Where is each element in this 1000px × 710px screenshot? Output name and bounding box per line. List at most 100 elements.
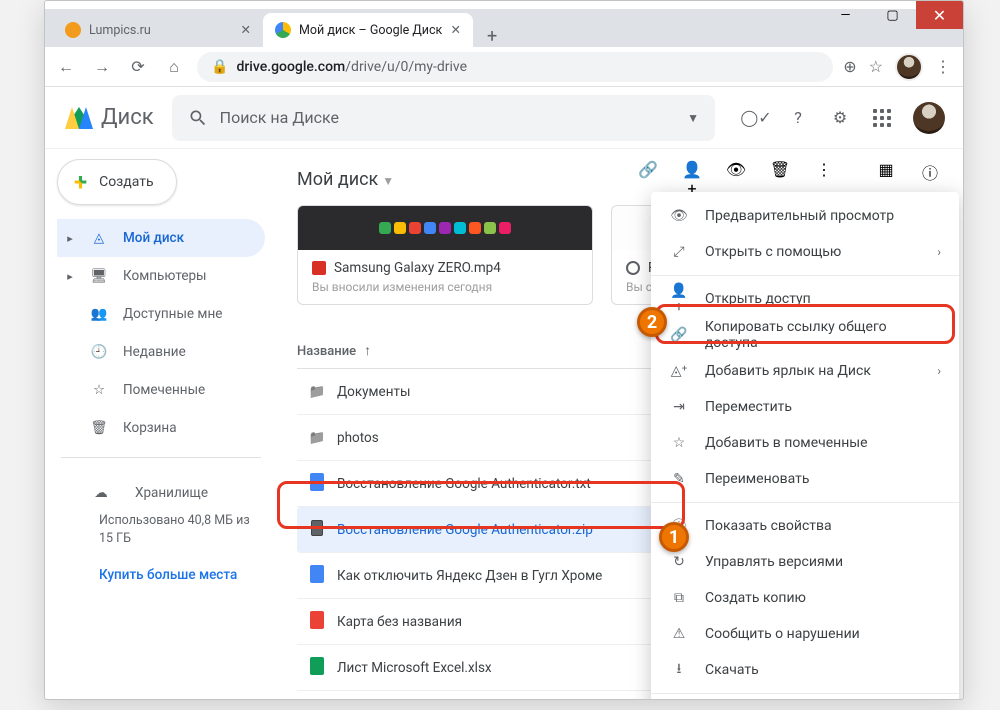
create-button[interactable]: + Создать — [57, 159, 177, 205]
menu-item-openwith[interactable]: ⤢Открыть с помощью› — [651, 234, 959, 270]
shared-icon: 👥 — [89, 306, 109, 322]
profile-avatar[interactable] — [895, 53, 923, 81]
storage-title: Хранилище — [135, 485, 208, 501]
apps-grid-icon[interactable] — [871, 107, 893, 129]
thumbnail — [298, 206, 592, 250]
menu-item-rename[interactable]: ✎Переименовать — [651, 461, 959, 497]
menu-item-share[interactable]: 👤+Открыть доступ — [651, 281, 959, 317]
buy-storage-link[interactable]: Купить больше места — [67, 567, 263, 583]
card-subtitle: Вы вносили изменения сегодня — [312, 280, 578, 294]
reload-button[interactable]: ⟳ — [125, 57, 151, 76]
report-icon: ⚠ — [669, 626, 689, 642]
window-close-button[interactable]: ✕ — [916, 1, 963, 29]
tab-title: Мой диск – Google Диск — [299, 23, 442, 38]
home-button[interactable]: ⌂ — [161, 57, 187, 77]
site-action-icon[interactable]: ⊕ — [843, 57, 856, 76]
expand-icon[interactable]: ▸ — [65, 270, 75, 283]
menu-item-move[interactable]: ⇥Переместить — [651, 389, 959, 425]
menu-item-details[interactable]: ⓘПоказать свойства — [651, 508, 959, 544]
map-file-icon — [297, 611, 337, 633]
sidebar-item-label: Компьютеры — [123, 268, 207, 284]
sidebar-item-trash[interactable]: 🗑 Корзина — [57, 409, 265, 447]
context-menu: 👁Предварительный просмотр ⤢Открыть с пом… — [651, 192, 959, 700]
menu-item-copylink[interactable]: 🔗Копировать ссылку общего доступа — [651, 317, 959, 353]
menu-item-copy[interactable]: ⧉Создать копию — [651, 580, 959, 616]
drive-favicon-icon — [275, 22, 291, 38]
versions-icon: ↻ — [669, 554, 689, 570]
browser-tab-lumpics[interactable]: Lumpics.ru ✕ — [53, 13, 263, 47]
storage-section: ☁ Хранилище Использовано 40,8 МБ из 15 Г… — [57, 468, 277, 583]
recent-card[interactable]: Samsung Galaxy ZERO.mp4 Вы вносили измен… — [297, 205, 593, 305]
chevron-right-icon: › — [937, 364, 941, 378]
tab-close-icon[interactable]: ✕ — [451, 22, 461, 38]
annotation-badge-1: 1 — [659, 522, 689, 552]
settings-gear-icon[interactable]: ⚙ — [829, 107, 851, 129]
app-name: Диск — [101, 105, 154, 130]
favicon-icon — [65, 22, 81, 38]
browser-tab-drive[interactable]: Мой диск – Google Диск ✕ — [263, 13, 473, 47]
star-icon: ☆ — [669, 435, 689, 451]
back-button[interactable]: ← — [53, 57, 79, 77]
bookmark-icon[interactable]: ☆ — [869, 57, 883, 76]
sort-asc-icon[interactable]: ↑ — [364, 343, 371, 359]
video-file-icon — [312, 261, 326, 275]
sidebar-item-label: Мой диск — [123, 230, 184, 246]
address-bar[interactable]: 🔒 drive.google.com/drive/u/0/my-drive — [197, 52, 833, 82]
menu-item-shortcut[interactable]: ◬⁺Добавить ярлык на Диск› — [651, 353, 959, 389]
person-add-icon: 👤+ — [669, 283, 689, 315]
chevron-right-icon: › — [937, 245, 941, 259]
support-icon[interactable]: ? — [787, 107, 809, 129]
folder-icon — [297, 384, 337, 400]
sidebar-item-shared[interactable]: 👥 Доступные мне — [57, 295, 265, 333]
zip-file-icon — [297, 520, 337, 540]
sidebar-item-mydrive[interactable]: ▸ ◬ Мой диск — [57, 219, 265, 257]
window-minimize-button[interactable]: — — [822, 1, 869, 29]
cloud-icon: ☁ — [91, 485, 111, 501]
col-name-label[interactable]: Название — [297, 344, 356, 359]
search-input[interactable]: Поиск на Диске ▼ — [172, 95, 715, 141]
expand-icon[interactable]: ▸ — [65, 232, 75, 245]
recent-icon: 🕘 — [89, 344, 109, 360]
search-icon — [188, 108, 208, 128]
tab-close-icon[interactable]: ✕ — [241, 22, 251, 38]
ready-offline-icon[interactable]: ◯✓ — [745, 107, 767, 129]
menu-item-preview[interactable]: 👁Предварительный просмотр — [651, 198, 959, 234]
drive-shortcut-icon: ◬⁺ — [669, 363, 689, 379]
move-icon: ⇥ — [669, 399, 689, 415]
sidebar-item-computers[interactable]: ▸ 🖥 Компьютеры — [57, 257, 265, 295]
search-options-icon[interactable]: ▼ — [687, 111, 699, 125]
create-label: Создать — [99, 174, 154, 190]
card-title: Samsung Galaxy ZERO.mp4 — [334, 260, 501, 276]
link-icon: 🔗 — [669, 327, 689, 343]
download-icon: ⭳ — [669, 658, 689, 682]
forward-button[interactable]: → — [89, 57, 115, 77]
folder-icon — [297, 430, 337, 446]
menu-item-delete[interactable]: 🗑Удалить — [651, 699, 959, 700]
url-text: drive.google.com/drive/u/0/my-drive — [236, 59, 467, 75]
audio-file-icon — [626, 261, 640, 275]
plus-icon: + — [74, 168, 87, 196]
account-avatar[interactable] — [913, 102, 945, 134]
chevron-down-icon: ▼ — [382, 174, 394, 188]
tab-title: Lumpics.ru — [89, 23, 151, 38]
lock-icon: 🔒 — [211, 59, 228, 75]
copy-icon: ⧉ — [669, 590, 689, 606]
browser-menu-icon[interactable]: ⋮ — [935, 57, 951, 76]
trash-icon: 🗑 — [89, 420, 109, 436]
sidebar-item-label: Недавние — [123, 344, 186, 360]
menu-item-star[interactable]: ☆Добавить в помеченные — [651, 425, 959, 461]
menu-item-download[interactable]: ⭳Скачать — [651, 652, 959, 688]
new-tab-button[interactable]: + — [473, 26, 511, 47]
sidebar-item-recent[interactable]: 🕘 Недавние — [57, 333, 265, 371]
annotation-badge-2: 2 — [637, 307, 667, 337]
sidebar-item-starred[interactable]: ☆ Помеченные — [57, 371, 265, 409]
breadcrumb[interactable]: Мой диск▼ — [297, 169, 394, 190]
drive-logo[interactable]: Диск — [65, 105, 154, 130]
menu-item-report[interactable]: ⚠Сообщить о нарушении — [651, 616, 959, 652]
window-maximize-button[interactable]: ▢ — [869, 1, 916, 29]
menu-item-versions[interactable]: ↻Управлять версиями — [651, 544, 959, 580]
sheet-file-icon — [297, 657, 337, 679]
star-icon: ☆ — [89, 382, 109, 398]
storage-usage-text: Использовано 40,8 МБ из 15 ГБ — [67, 512, 263, 547]
search-placeholder: Поиск на Диске — [220, 108, 675, 127]
